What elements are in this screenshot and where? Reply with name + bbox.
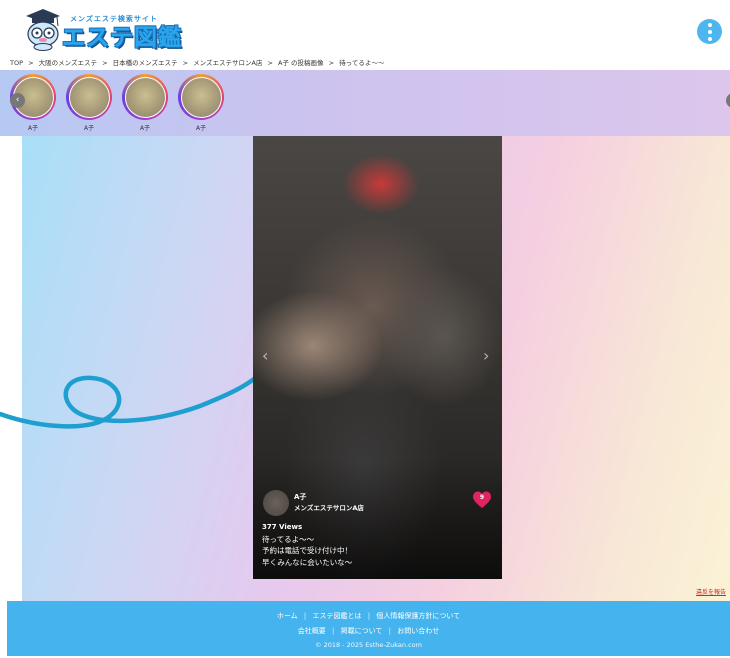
menu-dot [707, 29, 712, 34]
breadcrumb: TOP > 大阪のメンズエステ > 日本橋のメンズエステ > メンズエステサロン… [10, 57, 387, 69]
story-label: A子 [139, 125, 151, 132]
breadcrumb-separator: > [267, 59, 273, 67]
breadcrumb-current: 待ってるよ〜〜 [339, 59, 385, 67]
breadcrumb-separator: > [28, 59, 34, 67]
like-button[interactable]: 9 [472, 490, 492, 510]
footer-link-company[interactable]: 会社概要 [298, 627, 326, 635]
footer-copyright: © 2018 - 2025 Esthe-Zukan.com [315, 641, 422, 649]
breadcrumb-separator: > [182, 59, 189, 67]
breadcrumb-nipponbashi[interactable]: 日本橋のメンズエステ [113, 59, 178, 67]
site-logo[interactable]: メンズエステ検索サイト エステ図鑑 [24, 7, 224, 53]
breadcrumb-osaka[interactable]: 大阪のメンズエステ [39, 59, 97, 67]
footer-link-about[interactable]: エステ図鑑とは [313, 612, 362, 620]
menu-dot [707, 36, 712, 41]
footer-separator: | [332, 627, 335, 635]
stories-carousel: A子 A子 A子 A子 [0, 70, 730, 136]
footer-separator: | [303, 612, 307, 620]
view-count: 377 Views [262, 523, 303, 531]
footer-link-home[interactable]: ホーム [277, 612, 298, 620]
like-count: 9 [479, 494, 485, 501]
report-violation-link[interactable]: 違反を報告 [696, 587, 726, 596]
caption-line: 早くみんなに会いたいな〜 [262, 557, 353, 567]
stories-prev-button[interactable]: ‹ [10, 93, 25, 108]
breadcrumb-separator: > [102, 59, 108, 67]
story-ring [66, 74, 112, 120]
kebab-menu-button[interactable] [697, 19, 722, 44]
post-image-viewer[interactable]: ‹ › A子 メンズエステサロンA店 9 377 Views 待ってるよ〜〜 予… [253, 136, 502, 579]
story-item[interactable]: A子 [66, 74, 112, 134]
footer-links-row: ホーム | エステ図鑑とは | 個人情報保護方針について [7, 611, 730, 621]
breadcrumb-top[interactable]: TOP [10, 59, 23, 67]
story-item[interactable]: A子 [178, 74, 224, 134]
footer-separator: | [367, 612, 371, 620]
story-item[interactable]: A子 [122, 74, 168, 134]
breadcrumb-posts[interactable]: A子 の投稿画像 [278, 59, 324, 67]
author-shop: メンズエステサロンA店 [294, 504, 364, 512]
logo-title: エステ図鑑 [62, 25, 182, 51]
post-caption: 377 Views 待ってるよ〜〜 予約は電話で受け付け中！ 早くみんなに会いた… [262, 522, 352, 568]
footer-link-privacy[interactable]: 個人情報保護方針について [376, 612, 460, 620]
footer-links-row: 会社概要 | 掲載について | お問い合わせ [7, 626, 730, 636]
caption-line: 予約は電話で受け付け中！ [262, 546, 352, 555]
footer-link-contact[interactable]: お問い合わせ [397, 627, 439, 635]
chevron-left-icon[interactable]: ‹ [262, 346, 268, 365]
story-avatar [124, 76, 166, 118]
story-avatar [180, 76, 222, 118]
author-avatar [263, 490, 289, 516]
site-header: メンズエステ検索サイト エステ図鑑 [0, 0, 730, 56]
footer-separator: | [388, 627, 391, 635]
breadcrumb-separator: > [328, 59, 335, 67]
story-label: A子 [83, 125, 95, 132]
mascot-icon [26, 9, 60, 51]
story-label: A子 [27, 125, 39, 132]
chevron-left-icon: ‹ [15, 95, 20, 105]
story-ring [178, 74, 224, 120]
main-content: ‹ › A子 メンズエステサロンA店 9 377 Views 待ってるよ〜〜 予… [0, 136, 730, 601]
footer-link-listing[interactable]: 掲載について [341, 627, 383, 635]
logo-tagline: メンズエステ検索サイト [70, 15, 158, 23]
story-label: A子 [195, 125, 207, 132]
decorative-swirl [0, 365, 269, 429]
story-ring [122, 74, 168, 120]
post-author[interactable]: A子 メンズエステサロンA店 [263, 488, 463, 520]
story-avatar [68, 76, 110, 118]
author-name: A子 [294, 493, 307, 501]
chevron-right-icon[interactable]: › [483, 346, 489, 365]
caption-line: 待ってるよ〜〜 [262, 534, 315, 544]
site-footer: ホーム | エステ図鑑とは | 個人情報保護方針について 会社概要 | 掲載につ… [7, 601, 730, 656]
menu-dot [707, 22, 712, 27]
breadcrumb-salon[interactable]: メンズエステサロンA店 [193, 59, 262, 67]
